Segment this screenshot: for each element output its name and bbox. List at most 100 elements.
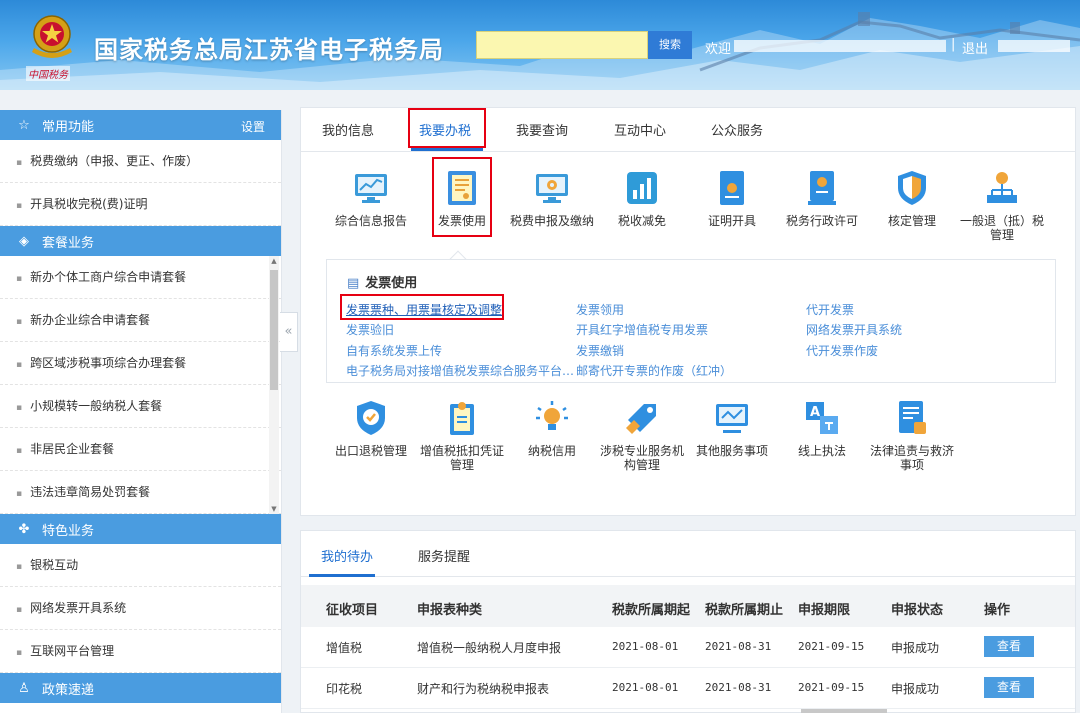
sidebar-item-platform-management[interactable]: 互联网平台管理 [0,630,281,673]
svg-text:A: A [810,405,820,420]
main-tabs: 我的信息 我要办税 我要查询 互动中心 公众服务 [301,108,1075,152]
cell-form-type: 财产和行为税纳税申报表 [417,682,550,696]
sidebar-section-common[interactable]: ☆ 常用功能 设置 [0,110,281,140]
link-invoice-verify-old[interactable]: 发票验旧 [346,321,394,338]
service-label: 综合信息报告 [334,214,407,228]
monitor-gear-icon [532,168,572,208]
sidebar-collapse-button[interactable]: « [280,312,298,352]
service-administrative-license[interactable]: 税务行政许可 [777,168,867,228]
service-label: 其他服务事项 [695,444,768,458]
service-declaration-payment[interactable]: 税费申报及缴纳 [507,168,597,228]
link-mail-invoice-void[interactable]: 邮寄代开专票的作废（红冲） [576,362,732,379]
sidebar-item-package[interactable]: 小规模转一般纳税人套餐 [0,385,281,428]
active-tab-indicator [411,148,483,151]
sidebar-item-tax-certificate[interactable]: 开具税收完税(费)证明 [0,183,281,226]
service-tax-credit[interactable]: 纳税信用 [507,398,597,458]
service-agency-management[interactable]: 涉税专业服务机构管理 [597,398,687,472]
sidebar-item-package[interactable]: 新办企业综合申请套餐 [0,299,281,342]
service-tax-refund[interactable]: 一般退（抵）税管理 [957,168,1047,242]
legal-document-icon [892,398,932,438]
service-certificate[interactable]: 证明开具 [687,168,777,228]
view-button[interactable]: 查看 [984,677,1034,698]
document-icon: ▤ [347,276,360,291]
service-label: 法律追责与救济事项 [869,444,954,472]
section-title: 政策速递 [42,682,95,698]
star-icon: ☆ [18,117,30,133]
sidebar-section-special[interactable]: ✤ 特色业务 [0,514,281,544]
bar-chart-icon [622,168,662,208]
service-vat-deduction[interactable]: 增值税抵扣凭证管理 [417,398,507,472]
sidebar-section-policy[interactable]: ♙ 政策速递 [0,673,281,703]
tab-interaction[interactable]: 互动中心 [614,120,666,139]
cell-form-type: 增值税一般纳税人月度申报 [417,641,562,655]
top-banner: 中国税务 国家税务总局江苏省电子税务局 搜索 欢迎 | 退出 [0,0,1080,90]
logout-link[interactable]: 退出 [962,38,988,57]
cell-period-end: 2021-08-31 [705,640,772,653]
settings-link[interactable]: 设置 [241,118,265,135]
link-invoice-receive[interactable]: 发票领用 [576,301,624,318]
link-online-invoice-system[interactable]: 网络发票开具系统 [806,321,902,338]
header-separator: | [951,37,956,52]
license-book-icon [802,168,842,208]
todo-tabs: 我的待办 服务提醒 [301,531,1075,577]
scroll-thumb[interactable] [270,270,278,390]
link-agent-invoice[interactable]: 代开发票 [806,301,854,318]
service-label: 税收减免 [617,214,666,228]
sidebar-item-package[interactable]: 跨区域涉税事项综合办理套餐 [0,342,281,385]
search-input[interactable] [476,31,648,59]
sidebar-item-package[interactable]: 违法违章简易处罚套餐 [0,471,281,514]
link-invoice-cancel[interactable]: 发票缴销 [576,342,624,359]
column-header: 税款所属期起 [612,603,691,618]
package-scrollbar[interactable]: ▲ ▼ [269,256,279,514]
column-header: 操作 [984,603,1011,618]
service-comprehensive-report[interactable]: 综合信息报告 [326,168,416,228]
service-online-enforcement[interactable]: A 线上执法 [777,398,867,458]
cell-status: 申报成功 [891,682,940,696]
scroll-down-arrow-icon[interactable]: ▼ [269,505,279,513]
subpanel-title-text: 发票使用 [365,276,418,291]
link-agent-invoice-void[interactable]: 代开发票作废 [806,342,878,359]
service-label: 增值税抵扣凭证管理 [419,444,504,472]
search-button[interactable]: 搜索 [648,31,692,59]
service-label: 税务行政许可 [785,214,858,228]
scroll-up-arrow-icon[interactable]: ▲ [269,257,279,265]
section-title: 套餐业务 [42,235,95,251]
service-assessment-management[interactable]: 核定管理 [867,168,957,228]
cell-status: 申报成功 [891,641,940,655]
link-vat-platform[interactable]: 电子税务局对接增值税发票综合服务平台… [346,362,574,379]
service-export-refund[interactable]: 出口退税管理 [326,398,416,458]
column-header: 税款所属期止 [705,603,784,618]
link-own-system-upload[interactable]: 自有系统发票上传 [346,342,442,359]
service-label: 核定管理 [887,214,936,228]
view-button[interactable]: 查看 [984,636,1034,657]
tax-emblem-icon [32,15,72,58]
sidebar-item-online-invoice[interactable]: 网络发票开具系统 [0,587,281,630]
clover-icon: ✤ [18,521,30,537]
horizontal-scrollbar[interactable] [801,709,887,713]
monitor-chart-icon [351,168,391,208]
package-list: 新办个体工商户综合申请套餐 新办企业综合申请套餐 跨区域涉税事项综合办理套餐 小… [0,256,281,514]
sidebar-item-bank-tax[interactable]: 银税互动 [0,544,281,587]
site-title: 国家税务总局江苏省电子税务局 [94,36,444,64]
tab-service-reminder[interactable]: 服务提醒 [418,546,470,565]
link-highlight-box [340,294,504,320]
sidebar-item-tax-payment[interactable]: 税费缴纳（申报、更正、作废） [0,140,281,183]
service-tax-reduction[interactable]: 税收减免 [597,168,687,228]
layers-icon: ◈ [19,233,29,249]
invoice-use-highlight-box [432,157,492,237]
sidebar-item-package[interactable]: 新办个体工商户综合申请套餐 [0,256,281,299]
cell-period-start: 2021-08-01 [612,681,679,694]
column-header: 申报表种类 [417,603,483,618]
cell-deadline: 2021-09-15 [798,640,865,653]
tab-public-service[interactable]: 公众服务 [711,120,763,139]
link-red-invoice[interactable]: 开具红字增值税专用发票 [576,321,708,338]
certificate-icon [712,168,752,208]
sidebar-section-package[interactable]: ◈ 套餐业务 [0,226,281,256]
service-legal-remedy[interactable]: 法律追责与救济事项 [867,398,957,472]
monitor-wave-icon [712,398,752,438]
tab-my-todo[interactable]: 我的待办 [321,546,373,565]
sidebar-item-package[interactable]: 非居民企业套餐 [0,428,281,471]
tab-query[interactable]: 我要查询 [516,120,568,139]
tab-my-info[interactable]: 我的信息 [322,120,374,139]
service-other-matters[interactable]: 其他服务事项 [687,398,777,458]
